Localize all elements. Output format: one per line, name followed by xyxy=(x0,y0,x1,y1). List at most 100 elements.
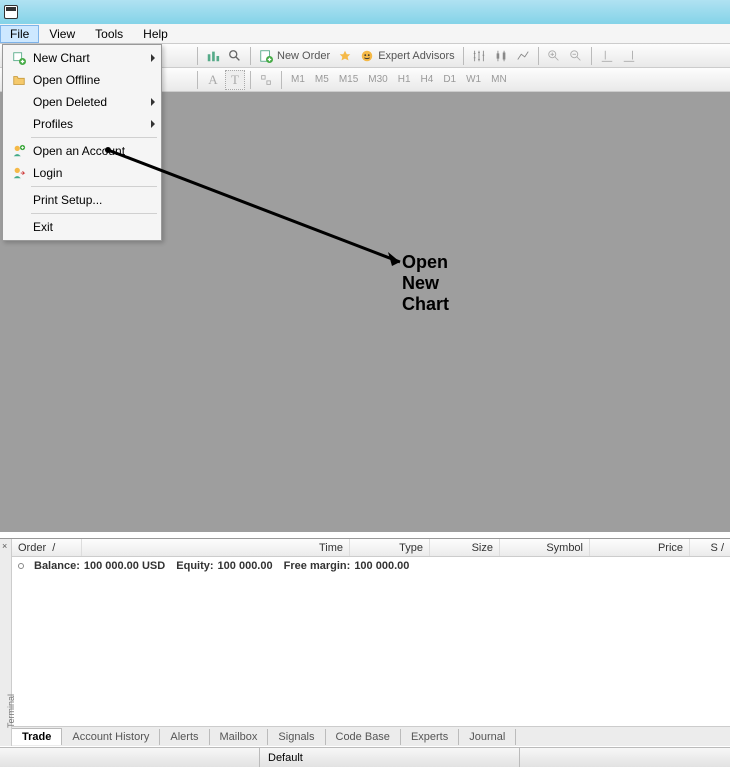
objects-icon[interactable] xyxy=(256,70,276,90)
balance-label: Balance: xyxy=(34,560,80,572)
bars-icon[interactable] xyxy=(469,46,489,66)
status-help xyxy=(0,748,260,767)
autoscroll-icon[interactable] xyxy=(619,46,639,66)
tab-mailbox[interactable]: Mailbox xyxy=(210,729,269,745)
zoom-in-icon[interactable] xyxy=(544,46,564,66)
zoom-button[interactable] xyxy=(225,46,245,66)
terminal-tabs: Trade Account History Alerts Mailbox Sig… xyxy=(12,726,730,746)
submenu-arrow-icon xyxy=(151,54,155,62)
tab-code-base[interactable]: Code Base xyxy=(326,729,401,745)
menu-bar: File View Tools Help xyxy=(0,24,730,44)
tf-m1[interactable]: M1 xyxy=(287,70,309,90)
col-symbol[interactable]: Symbol xyxy=(500,539,590,556)
file-open-deleted[interactable]: Open Deleted xyxy=(5,91,159,113)
folder-icon xyxy=(9,73,29,87)
new-chart-icon xyxy=(9,51,29,65)
balance-value: 100 000.00 USD xyxy=(84,560,165,572)
zoom-out-icon[interactable] xyxy=(566,46,586,66)
new-order-button[interactable]: New Order xyxy=(256,46,333,66)
file-print-setup-label: Print Setup... xyxy=(29,193,155,207)
col-type[interactable]: Type xyxy=(350,539,430,556)
text-tool-a[interactable]: A xyxy=(203,70,223,90)
tf-mn[interactable]: MN xyxy=(487,70,511,90)
file-new-chart[interactable]: New Chart xyxy=(5,47,159,69)
file-open-offline-label: Open Offline xyxy=(29,73,155,87)
shift-icon[interactable] xyxy=(597,46,617,66)
status-right xyxy=(520,748,730,767)
menu-file[interactable]: File xyxy=(0,25,39,43)
tf-h4[interactable]: H4 xyxy=(417,70,438,90)
separator xyxy=(463,47,464,65)
col-order[interactable]: Order / xyxy=(12,539,82,556)
separator xyxy=(591,47,592,65)
separator xyxy=(31,186,157,187)
close-icon[interactable]: × xyxy=(2,541,7,551)
app-icon xyxy=(4,5,18,19)
file-open-deleted-label: Open Deleted xyxy=(29,95,151,109)
tab-account-history[interactable]: Account History xyxy=(62,729,160,745)
file-open-account-label: Open an Account xyxy=(29,144,155,158)
separator xyxy=(31,213,157,214)
separator xyxy=(250,47,251,65)
col-size[interactable]: Size xyxy=(430,539,500,556)
person-add-icon xyxy=(9,144,29,158)
separator xyxy=(250,71,251,89)
file-login-label: Login xyxy=(29,166,155,180)
tf-d1[interactable]: D1 xyxy=(439,70,460,90)
balance-row[interactable]: Balance: 100 000.00 USD Equity: 100 000.… xyxy=(12,557,730,575)
menu-help[interactable]: Help xyxy=(133,25,178,43)
terminal-header: Order / Time Type Size Symbol Price S / xyxy=(12,539,730,557)
text-tool-t[interactable]: T xyxy=(225,70,245,90)
file-print-setup[interactable]: Print Setup... xyxy=(5,189,159,211)
title-bar xyxy=(0,0,730,24)
tf-m5[interactable]: M5 xyxy=(311,70,333,90)
file-exit-label: Exit xyxy=(29,220,155,234)
col-sl[interactable]: S / xyxy=(690,539,730,556)
file-exit[interactable]: Exit xyxy=(5,216,159,238)
tf-h1[interactable]: H1 xyxy=(394,70,415,90)
chart-type-button[interactable] xyxy=(203,46,223,66)
tab-alerts[interactable]: Alerts xyxy=(160,729,209,745)
terminal-rows: Balance: 100 000.00 USD Equity: 100 000.… xyxy=(12,557,730,726)
terminal-vbar-label: Terminal xyxy=(6,694,16,728)
status-profile: Default xyxy=(260,748,520,767)
separator xyxy=(197,71,198,89)
status-dot-icon xyxy=(18,563,24,569)
freemargin-value: 100 000.00 xyxy=(354,560,409,572)
separator xyxy=(197,47,198,65)
file-open-offline[interactable]: Open Offline xyxy=(5,69,159,91)
expert-advisors-button[interactable]: Expert Advisors xyxy=(357,46,457,66)
menu-tools[interactable]: Tools xyxy=(85,25,133,43)
tab-trade[interactable]: Trade xyxy=(12,728,62,745)
autotrading-button[interactable] xyxy=(335,46,355,66)
equity-label: Equity: xyxy=(176,560,213,572)
file-open-account[interactable]: Open an Account xyxy=(5,140,159,162)
terminal-body: Order / Time Type Size Symbol Price S / … xyxy=(12,539,730,746)
file-profiles-label: Profiles xyxy=(29,117,151,131)
col-time[interactable]: Time xyxy=(82,539,350,556)
tab-signals[interactable]: Signals xyxy=(268,729,325,745)
tab-journal[interactable]: Journal xyxy=(459,729,516,745)
status-bar: Default xyxy=(0,747,730,767)
file-dropdown: New Chart Open Offline Open Deleted Prof… xyxy=(2,44,162,241)
new-order-label: New Order xyxy=(277,50,330,62)
line-icon[interactable] xyxy=(513,46,533,66)
person-arrow-icon xyxy=(9,166,29,180)
freemargin-label: Free margin: xyxy=(284,560,351,572)
menu-view[interactable]: View xyxy=(39,25,85,43)
terminal-panel: × Terminal Order / Time Type Size Symbol… xyxy=(0,538,730,746)
tf-m15[interactable]: M15 xyxy=(335,70,362,90)
terminal-vbar: × Terminal xyxy=(0,539,12,746)
file-login[interactable]: Login xyxy=(5,162,159,184)
file-new-chart-label: New Chart xyxy=(29,51,151,65)
tf-w1[interactable]: W1 xyxy=(462,70,485,90)
tf-m30[interactable]: M30 xyxy=(364,70,391,90)
file-profiles[interactable]: Profiles xyxy=(5,113,159,135)
col-price[interactable]: Price xyxy=(590,539,690,556)
submenu-arrow-icon xyxy=(151,98,155,106)
candles-icon[interactable] xyxy=(491,46,511,66)
expert-advisors-label: Expert Advisors xyxy=(378,50,454,62)
tab-experts[interactable]: Experts xyxy=(401,729,459,745)
separator xyxy=(281,71,282,89)
equity-value: 100 000.00 xyxy=(218,560,273,572)
